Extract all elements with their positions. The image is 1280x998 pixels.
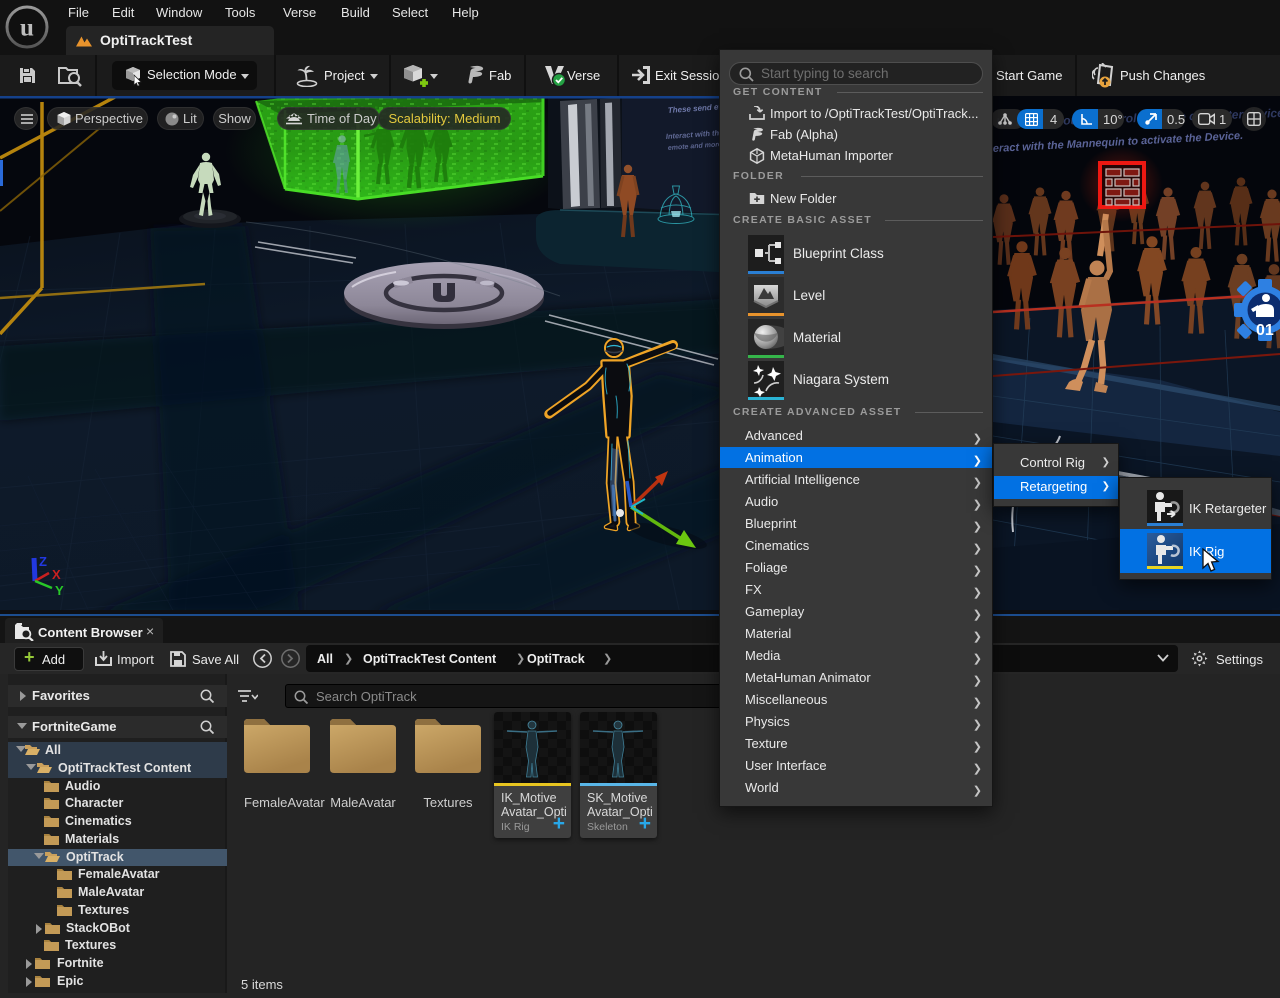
svg-text:u: u — [20, 15, 34, 42]
svg-text:Z: Z — [39, 554, 47, 569]
svg-text:01: 01 — [1256, 322, 1274, 339]
svg-text:Y: Y — [55, 583, 64, 598]
svg-text:X: X — [52, 567, 61, 582]
